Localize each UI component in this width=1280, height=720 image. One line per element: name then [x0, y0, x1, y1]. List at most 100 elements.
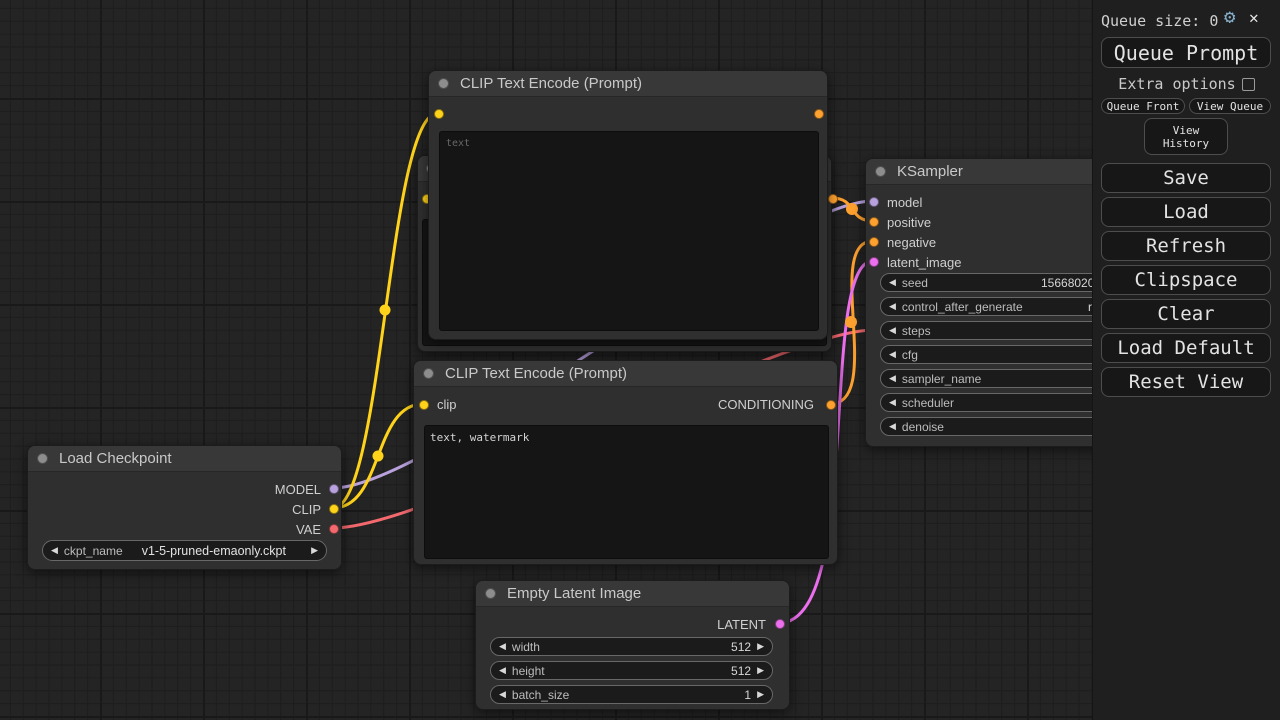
node-title-bar[interactable]: Empty Latent Image — [476, 581, 789, 607]
input-slot-label: clip — [437, 397, 457, 412]
load-default-button[interactable]: Load Default — [1101, 333, 1271, 363]
output-slot-label: CONDITIONING — [717, 397, 814, 412]
node-collapse-dot[interactable] — [423, 368, 434, 379]
reset-view-button[interactable]: Reset View — [1101, 367, 1271, 397]
output-slot-conditioning[interactable] — [828, 194, 838, 204]
decrement-arrow-icon[interactable]: ◀ — [889, 374, 896, 383]
load-button[interactable]: Load — [1101, 197, 1271, 227]
prompt-text: text, watermark — [430, 431, 530, 444]
decrement-arrow-icon[interactable]: ◀ — [499, 642, 506, 651]
textarea-placeholder: text — [446, 138, 471, 149]
clipspace-button[interactable]: Clipspace — [1101, 265, 1271, 295]
output-slot-clip[interactable] — [329, 504, 339, 514]
widget-batch-size[interactable]: ◀ batch_size 1 ▶ — [490, 685, 773, 704]
save-button[interactable]: Save — [1101, 163, 1271, 193]
extra-options-label: Extra options — [1118, 75, 1236, 93]
view-history-label: History — [1162, 136, 1210, 150]
queue-prompt-button[interactable]: Queue Prompt — [1101, 37, 1271, 68]
view-queue-label: View Queue — [1196, 99, 1264, 113]
widget-name: height — [511, 663, 545, 678]
node-title-bar[interactable]: CLIP Text Encode (Prompt) — [414, 361, 837, 387]
widget-value[interactable]: 1 — [569, 688, 751, 702]
node-collapse-dot[interactable] — [485, 588, 496, 599]
link-midpoint-dot[interactable] — [846, 203, 858, 215]
comfy-menu-panel: Queue size: 0 ⚙ ✕ Queue Prompt Extra opt… — [1092, 0, 1280, 720]
node-title: CLIP Text Encode (Prompt) — [445, 365, 628, 382]
widget-name: batch_size — [511, 687, 570, 702]
prompt-textarea[interactable]: text, watermark — [424, 425, 829, 559]
output-slot-label: LATENT — [717, 617, 766, 632]
input-slot-clip[interactable] — [419, 400, 429, 410]
refresh-label: Refresh — [1145, 235, 1227, 257]
node-collapse-dot[interactable] — [37, 453, 48, 464]
node-title-bar[interactable]: CLIP Text Encode (Prompt) — [429, 71, 827, 97]
view-history-button[interactable]: View History — [1144, 118, 1228, 155]
decrement-arrow-icon[interactable]: ◀ — [889, 302, 896, 311]
node-graph-canvas[interactable]: CLIP Text Encode (Prompt) be bo CLIP Tex… — [0, 0, 1280, 720]
node-title-bar[interactable]: Load Checkpoint — [28, 446, 341, 472]
node-empty-latent-image[interactable]: Empty Latent Image LATENT ◀ width 512 ▶ … — [475, 580, 790, 710]
link-midpoint-dot[interactable] — [372, 450, 384, 462]
node-title: Empty Latent Image — [507, 585, 642, 602]
input-slot-label: negative — [887, 235, 937, 250]
input-slot-clip[interactable] — [434, 109, 444, 119]
decrement-arrow-icon[interactable]: ◀ — [889, 326, 896, 335]
refresh-button[interactable]: Refresh — [1101, 231, 1271, 261]
close-icon[interactable]: ✕ — [1249, 10, 1259, 26]
input-slot-label: latent_image — [887, 255, 962, 270]
load-label: Load — [1163, 201, 1209, 223]
reset-view-label: Reset View — [1128, 371, 1244, 393]
decrement-arrow-icon[interactable]: ◀ — [889, 350, 896, 359]
clear-button[interactable]: Clear — [1101, 299, 1271, 329]
output-slot-conditioning[interactable] — [826, 400, 836, 410]
output-slot-latent[interactable] — [775, 619, 785, 629]
node-clip-text-encode-positive[interactable]: CLIP Text Encode (Prompt) clip CONDITION… — [428, 70, 828, 340]
prompt-textarea[interactable]: text — [439, 131, 819, 331]
node-collapse-dot[interactable] — [875, 166, 886, 177]
widget-width[interactable]: ◀ width 512 ▶ — [490, 637, 773, 656]
decrement-arrow-icon[interactable]: ◀ — [889, 422, 896, 431]
queue-size-label: Queue size: 0 — [1101, 12, 1219, 30]
extra-options-checkbox[interactable] — [1241, 77, 1255, 91]
input-slot-model[interactable] — [869, 197, 879, 207]
extra-options-row: Extra options — [1093, 75, 1280, 93]
widget-height[interactable]: ◀ height 512 ▶ — [490, 661, 773, 680]
widget-name: scheduler — [901, 395, 954, 410]
decrement-arrow-icon[interactable]: ◀ — [889, 278, 896, 287]
decrement-arrow-icon[interactable]: ◀ — [889, 398, 896, 407]
input-slot-positive[interactable] — [869, 217, 879, 227]
link-midpoint-dot[interactable] — [845, 316, 857, 328]
decrement-arrow-icon[interactable]: ◀ — [499, 666, 506, 675]
input-slot-label: model — [887, 195, 923, 210]
input-slot-label: positive — [887, 215, 932, 230]
widget-name: cfg — [901, 347, 918, 362]
link-midpoint-dot[interactable] — [379, 304, 391, 316]
node-collapse-dot[interactable] — [438, 78, 449, 89]
view-queue-button[interactable]: View Queue — [1189, 98, 1271, 114]
queue-front-button[interactable]: Queue Front — [1101, 98, 1185, 114]
settings-gear-icon[interactable]: ⚙ — [1224, 8, 1235, 27]
decrement-arrow-icon[interactable]: ◀ — [499, 690, 506, 699]
widget-value[interactable]: 512 — [545, 664, 751, 678]
decrement-arrow-icon[interactable]: ◀ — [51, 546, 58, 555]
input-slot-latent-image[interactable] — [869, 257, 879, 267]
increment-arrow-icon[interactable]: ▶ — [757, 642, 764, 651]
increment-arrow-icon[interactable]: ▶ — [757, 666, 764, 675]
node-load-checkpoint[interactable]: Load Checkpoint MODEL CLIP VAE ◀ ckpt_na… — [27, 445, 342, 570]
widget-ckpt-name[interactable]: ◀ ckpt_name v1-5-pruned-emaonly.ckpt ▶ — [42, 540, 327, 561]
save-label: Save — [1163, 167, 1209, 189]
widget-name: control_after_generate — [901, 299, 1023, 314]
widget-name: sampler_name — [901, 371, 982, 386]
node-title: KSampler — [897, 163, 963, 180]
widget-value[interactable]: 512 — [540, 640, 751, 654]
node-clip-text-encode-negative[interactable]: CLIP Text Encode (Prompt) clip CONDITION… — [413, 360, 838, 565]
output-slot-label: VAE — [295, 522, 321, 537]
input-slot-negative[interactable] — [869, 237, 879, 247]
increment-arrow-icon[interactable]: ▶ — [757, 690, 764, 699]
widget-value[interactable]: v1-5-pruned-emaonly.ckpt — [123, 544, 305, 558]
output-slot-vae[interactable] — [329, 524, 339, 534]
clear-label: Clear — [1157, 303, 1215, 325]
increment-arrow-icon[interactable]: ▶ — [311, 546, 318, 555]
output-slot-model[interactable] — [329, 484, 339, 494]
output-slot-conditioning[interactable] — [814, 109, 824, 119]
